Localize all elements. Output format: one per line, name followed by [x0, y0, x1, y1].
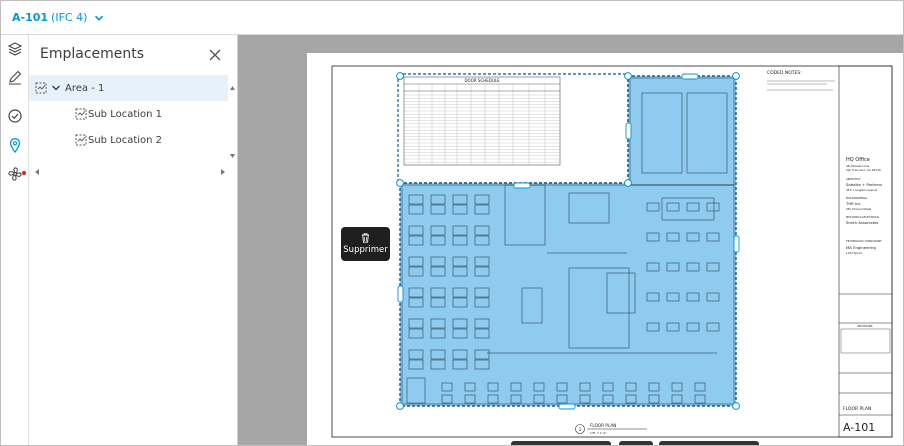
consultant3-address: 1104 Tyle Dr.	[846, 251, 863, 255]
revisions-label: REVISIONS	[857, 324, 872, 328]
corner-handle[interactable]	[732, 72, 740, 80]
corner-handle[interactable]	[624, 72, 632, 80]
sheet-number: A-101	[843, 421, 875, 434]
title-block: HQ Office 48 Address Lane San Francisco,…	[839, 157, 892, 434]
close-icon[interactable]	[207, 47, 223, 63]
fan-icon[interactable]	[5, 164, 25, 184]
document-title[interactable]: A-101	[12, 11, 48, 24]
panel-title: Emplacements	[40, 46, 145, 62]
consultant1-address: 250 Channel Street	[846, 207, 871, 211]
edge-handle[interactable]	[513, 182, 531, 189]
area-icon	[35, 82, 47, 94]
locations-panel: Emplacements Area - 1 Sub Location 1 Sub…	[29, 35, 238, 445]
project-name: HQ Office	[846, 157, 870, 163]
tree-item-sub-location-1[interactable]: Sub Location 1	[29, 101, 228, 127]
schedule-title: DOOR SCHEDULE	[464, 78, 500, 83]
tool-rail	[1, 35, 29, 445]
drawing-label: 1 FLOOR PLAN 1/8" = 1'-0"	[575, 423, 647, 435]
consultant3-name: MA Engineering	[846, 245, 876, 250]
project-address-2: San Francisco, CA 94118	[846, 168, 881, 172]
edge-handle[interactable]	[397, 285, 404, 303]
tree-item-sub-location-2[interactable]: Sub Location 2	[29, 127, 228, 153]
markup-pen-icon[interactable]	[5, 67, 25, 87]
app-window: A-101 (IFC 4) Emplacements Area - 1 Sub …	[0, 0, 904, 446]
viewer-toolbar-segment[interactable]	[511, 441, 611, 445]
door-schedule-table: DOOR SCHEDULE	[403, 76, 561, 166]
notes-title: CODED NOTES:	[767, 70, 802, 76]
corner-handle[interactable]	[396, 72, 404, 80]
edge-handle[interactable]	[558, 403, 576, 410]
coded-notes: CODED NOTES:	[767, 70, 835, 91]
trash-icon	[362, 233, 369, 243]
viewer-toolbar-segment[interactable]	[619, 441, 653, 445]
document-version[interactable]: (IFC 4)	[51, 11, 87, 24]
area-icon	[75, 108, 87, 120]
consultant2-name: Smith Associates	[846, 220, 878, 225]
delete-button[interactable]: Supprimer	[341, 227, 390, 261]
check-circle-icon[interactable]	[5, 106, 25, 126]
drawing-scale: 1/8" = 1'-0"	[590, 431, 607, 435]
corner-handle[interactable]	[732, 402, 740, 410]
chevron-down-icon[interactable]	[93, 12, 105, 24]
layers-icon[interactable]	[5, 39, 25, 59]
horizontal-scrollbar[interactable]	[33, 161, 227, 175]
tree-item-label: Sub Location 2	[88, 134, 163, 146]
consultant2-label: MECHANICAL/ELECTRICAL	[846, 215, 880, 219]
drawing-sheet[interactable]: DOOR SCHEDULE CODED NOTES: HQ Office 48 …	[307, 53, 904, 446]
vertical-scrollbar[interactable]	[229, 83, 236, 161]
edge-handle[interactable]	[625, 122, 632, 140]
tree-item-label: Area - 1	[65, 82, 105, 94]
drawing-viewer[interactable]: DOOR SCHEDULE CODED NOTES: HQ Office 48 …	[238, 35, 904, 446]
area-icon	[75, 134, 87, 146]
corner-handle[interactable]	[396, 179, 404, 187]
sheet-title: FLOOR PLAN	[843, 406, 871, 412]
consultant1-label: BUILDING/ENGG.	[846, 196, 868, 200]
consultant3-label: TECHNOLOGY CONSULTANT	[846, 239, 882, 243]
chevron-down-icon[interactable]	[51, 83, 61, 93]
delete-label: Supprimer	[343, 245, 388, 255]
drawing-number: 1	[579, 427, 582, 433]
architect-address: 48 E. Livingston Avenue	[846, 188, 878, 192]
viewer-toolbar-segment[interactable]	[659, 441, 759, 445]
corner-handle[interactable]	[396, 402, 404, 410]
tree-item-label: Sub Location 1	[88, 108, 163, 120]
architect-label: ARCHITECT	[846, 177, 861, 181]
floor-plan-drawing[interactable]: DOOR SCHEDULE CODED NOTES: HQ Office 48 …	[307, 53, 904, 446]
drawing-title: FLOOR PLAN	[590, 423, 616, 428]
top-bar: A-101 (IFC 4)	[1, 1, 903, 35]
architect-name: Sobotta + Partners	[846, 182, 882, 187]
corner-handle[interactable]	[624, 179, 632, 187]
consultant1-name: THR Inc.	[845, 201, 862, 206]
edge-handle[interactable]	[733, 235, 740, 253]
edge-handle[interactable]	[681, 73, 699, 80]
tree-item-area-1[interactable]: Area - 1	[29, 75, 228, 101]
location-pin-icon[interactable]	[5, 135, 25, 155]
